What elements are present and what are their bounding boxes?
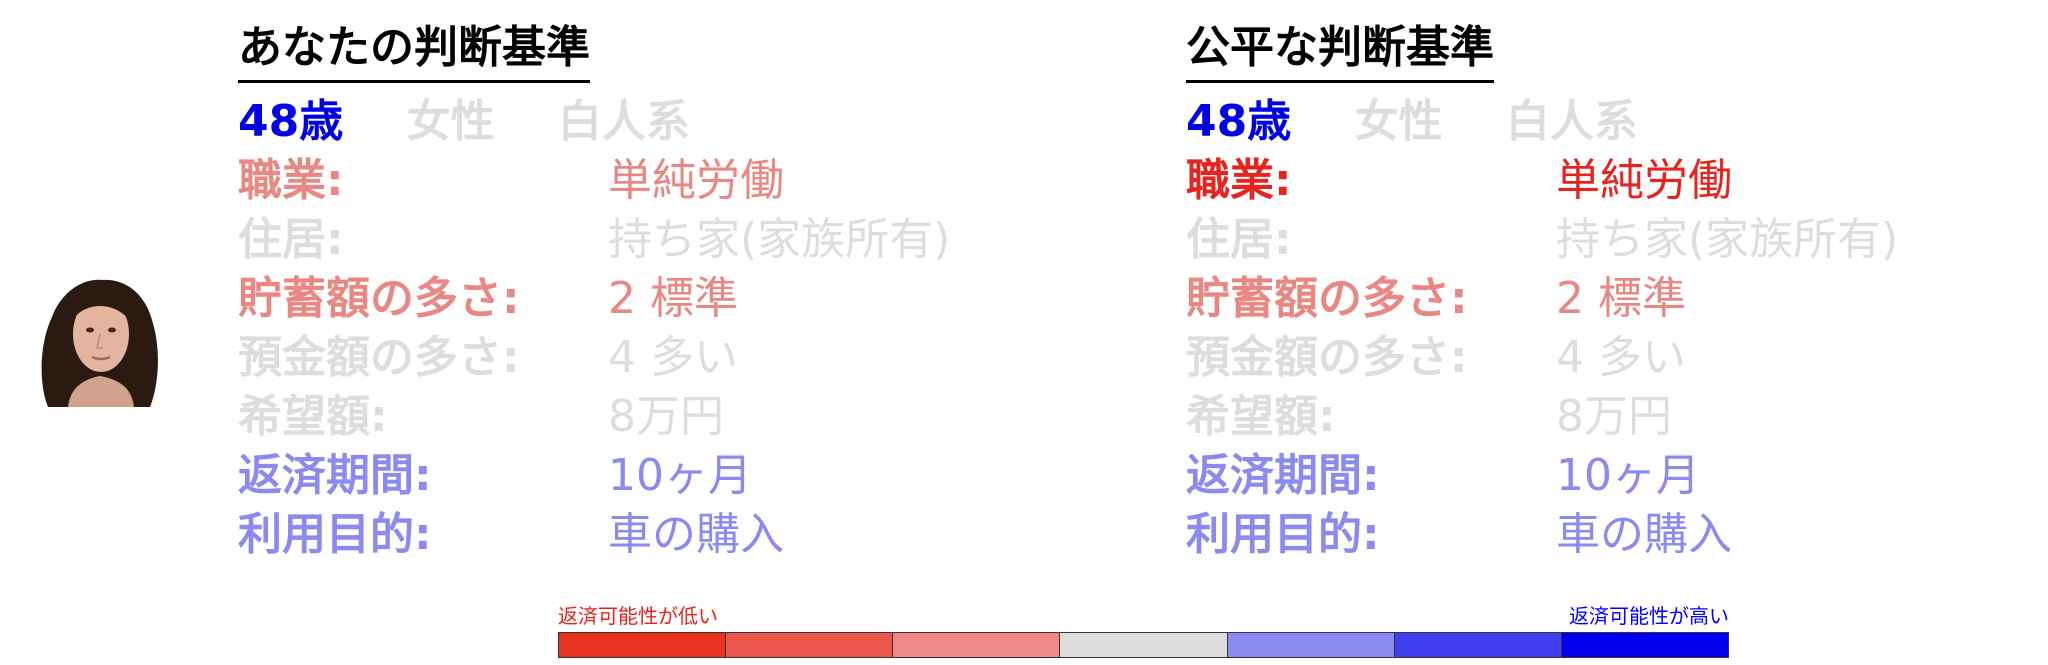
attribute-label: 貯蓄額の多さ:	[238, 273, 520, 324]
attribute-label: 希望額:	[238, 391, 388, 442]
attribute-label: 利用目的:	[238, 509, 432, 560]
gender-label: 女性	[1354, 96, 1443, 147]
attribute-row-occupation: 職業: 単純労働	[1186, 151, 2006, 210]
attribute-row-repayment-period: 返済期間: 10ヶ月	[238, 446, 1058, 505]
ethnicity-label: 白人系	[557, 96, 690, 147]
attribute-row-purpose: 利用目的: 車の購入	[238, 505, 1058, 564]
attribute-row-repayment-period: 返済期間: 10ヶ月	[1186, 446, 2006, 505]
attribute-value: 10ヶ月	[608, 450, 752, 501]
scale-segment	[893, 633, 1061, 657]
attribute-label: 住居:	[1186, 214, 1292, 265]
attribute-value: 10ヶ月	[1556, 450, 1700, 501]
age-label: 48歳	[238, 96, 344, 147]
attribute-value: 8万円	[1556, 391, 1672, 442]
attribute-label: 利用目的:	[1186, 509, 1380, 560]
legend-low-label: 返済可能性が低い	[558, 604, 718, 628]
attribute-value: 4 多い	[608, 332, 738, 383]
attribute-row-occupation: 職業: 単純労働	[238, 151, 1058, 210]
attribute-value: 4 多い	[1556, 332, 1686, 383]
attribute-row-deposits: 預金額の多さ: 4 多い	[238, 328, 1058, 387]
attribute-label: 貯蓄額の多さ:	[1186, 273, 1468, 324]
attribute-value: 持ち家(家族所有)	[608, 214, 951, 265]
attribute-value: 車の購入	[608, 509, 784, 560]
scale-segment	[726, 633, 894, 657]
demographics-line: 48歳 女性 白人系	[238, 93, 1058, 151]
attribute-row-savings: 貯蓄額の多さ: 2 標準	[1186, 269, 2006, 328]
attribute-value: 単純労働	[1556, 155, 1732, 206]
attribute-label: 住居:	[238, 214, 344, 265]
attribute-label: 職業:	[1186, 155, 1292, 206]
attribute-label: 返済期間:	[1186, 450, 1380, 501]
scale-segment	[1394, 633, 1562, 657]
scale-segment	[559, 633, 727, 657]
attribute-row-deposits: 預金額の多さ: 4 多い	[1186, 328, 2006, 387]
age-label: 48歳	[1186, 96, 1292, 147]
panel-title: あなたの判断基準	[238, 18, 590, 83]
gender-label: 女性	[406, 96, 495, 147]
legend-high-label: 返済可能性が高い	[1569, 604, 1729, 628]
scale-segment	[1060, 633, 1228, 657]
attribute-value: 8万円	[608, 391, 724, 442]
repayment-likelihood-legend: 返済可能性が低い 返済可能性が高い	[558, 602, 1729, 660]
attribute-label: 返済期間:	[238, 450, 432, 501]
attribute-value: 車の購入	[1556, 509, 1732, 560]
attribute-value: 持ち家(家族所有)	[1556, 214, 1899, 265]
fair-criteria-panel: 公平な判断基準 48歳 女性 白人系 職業: 単純労働 住居: 持ち家(家族所有…	[1186, 18, 2006, 564]
attribute-value: 単純労働	[608, 155, 784, 206]
scale-segment	[1227, 633, 1395, 657]
your-criteria-panel: あなたの判断基準 48歳 女性 白人系 職業: 単純労働 住居: 持ち家(家族所…	[238, 18, 1058, 564]
attribute-value: 2 標準	[608, 273, 738, 324]
attribute-label: 希望額:	[1186, 391, 1336, 442]
scale-segment	[1561, 633, 1728, 657]
attribute-row-savings: 貯蓄額の多さ: 2 標準	[238, 269, 1058, 328]
attribute-row-requested-amount: 希望額: 8万円	[1186, 387, 2006, 446]
demographics-line: 48歳 女性 白人系	[1186, 93, 2006, 151]
attribute-label: 職業:	[238, 155, 344, 206]
panel-title: 公平な判断基準	[1186, 18, 1494, 83]
attribute-label: 預金額の多さ:	[1186, 332, 1468, 383]
attribute-label: 預金額の多さ:	[238, 332, 520, 383]
person-photo	[30, 272, 170, 407]
attribute-row-purpose: 利用目的: 車の購入	[1186, 505, 2006, 564]
attribute-row-housing: 住居: 持ち家(家族所有)	[1186, 210, 2006, 269]
attribute-row-housing: 住居: 持ち家(家族所有)	[238, 210, 1058, 269]
color-scale-bar	[558, 632, 1729, 658]
attribute-row-requested-amount: 希望額: 8万円	[238, 387, 1058, 446]
ethnicity-label: 白人系	[1505, 96, 1638, 147]
attribute-value: 2 標準	[1556, 273, 1686, 324]
